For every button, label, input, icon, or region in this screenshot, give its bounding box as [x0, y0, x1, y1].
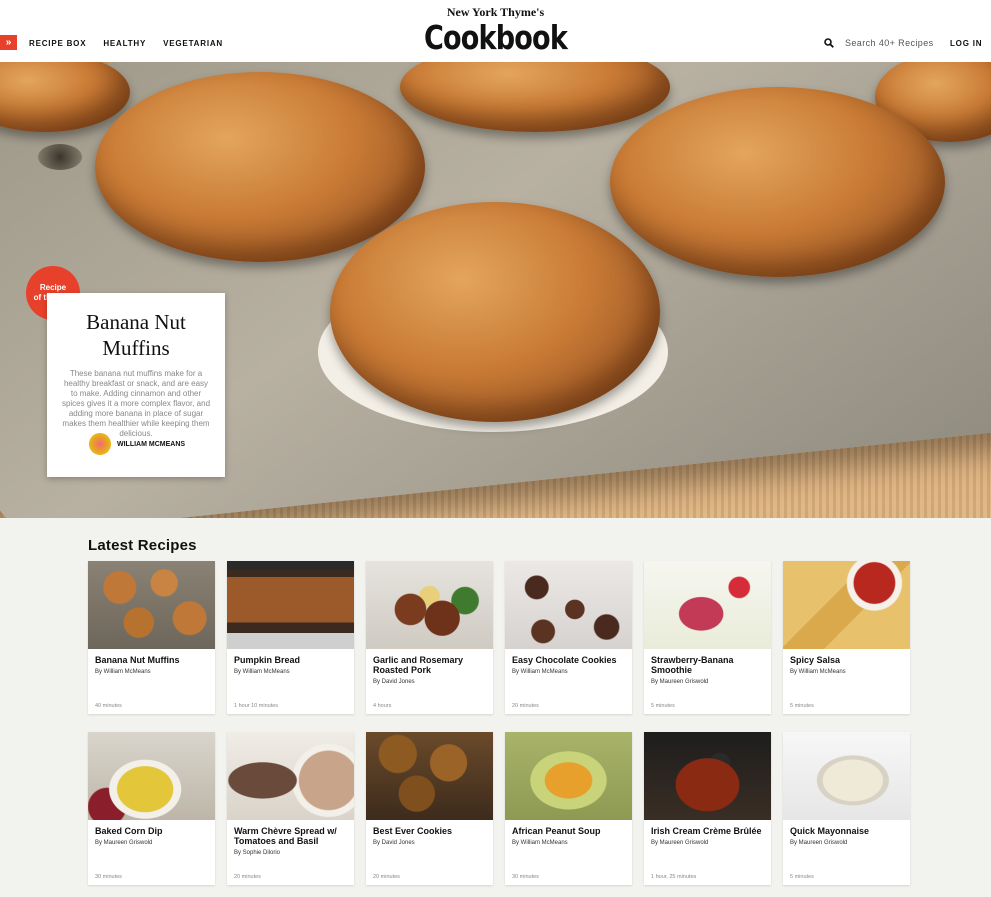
- recipe-card-image[interactable]: [366, 561, 493, 649]
- recipe-card-title[interactable]: Best Ever Cookies: [373, 826, 491, 836]
- recipe-card-title[interactable]: Easy Chocolate Cookies: [512, 655, 630, 665]
- double-chevron-right-icon: »: [5, 37, 12, 48]
- recipe-card-title[interactable]: African Peanut Soup: [512, 826, 630, 836]
- recipe-card-time: 5 minutes: [790, 874, 814, 880]
- featured-recipe-title[interactable]: Banana Nut Muffins: [47, 309, 225, 361]
- recipe-card-time: 30 minutes: [95, 874, 122, 880]
- featured-recipe-author[interactable]: WILLIAM MCMEANS: [89, 433, 185, 455]
- recipe-card-image[interactable]: [783, 561, 910, 649]
- recipe-card-author: By William McMeans: [790, 669, 846, 675]
- recipe-card-title[interactable]: Pumpkin Bread: [234, 655, 352, 665]
- search-input[interactable]: Search 40+ Recipes: [845, 38, 934, 48]
- recipe-card-title[interactable]: Irish Cream Crème Brûlée: [651, 826, 769, 836]
- recipe-card-image[interactable]: [644, 561, 771, 649]
- recipe-card-author: By David Jones: [373, 840, 415, 846]
- recipe-card-image[interactable]: [88, 561, 215, 649]
- recipe-card[interactable]: Strawberry-Banana Smoothie By Maureen Gri…: [644, 561, 771, 714]
- recipe-card[interactable]: Quick Mayonnaise By Maureen Griswold 5 min…: [783, 732, 910, 885]
- recipe-card-title[interactable]: Warm Chèvre Spread w/ Tomatoes and Basil: [234, 826, 352, 846]
- recipe-card-author: By Maureen Griswold: [651, 840, 709, 846]
- recipe-card-time: 20 minutes: [512, 703, 539, 709]
- recipe-card[interactable]: Warm Chèvre Spread w/ Tomatoes and Basil…: [227, 732, 354, 885]
- recipe-card[interactable]: Easy Chocolate Cookies By William McMeans…: [505, 561, 632, 714]
- brand-logo[interactable]: Cookbook: [89, 18, 902, 57]
- section-title-latest-recipes: Latest Recipes: [88, 537, 197, 554]
- recipe-card-image[interactable]: [227, 732, 354, 820]
- recipe-card[interactable]: African Peanut Soup By William McMeans 30 …: [505, 732, 632, 885]
- recipe-card-time: 30 minutes: [512, 874, 539, 880]
- site-header: » RECIPE BOX HEALTHY VEGETARIAN New York…: [0, 0, 991, 62]
- recipe-card-time: 5 minutes: [651, 703, 675, 709]
- recipe-card-image[interactable]: [505, 732, 632, 820]
- recipe-card-author: By Maureen Griswold: [95, 840, 153, 846]
- recipe-card-title[interactable]: Strawberry-Banana Smoothie: [651, 655, 769, 675]
- recipe-card-time: 1 hour, 25 minutes: [651, 874, 697, 880]
- recipe-card[interactable]: Garlic and Rosemary Roasted Pork By David…: [366, 561, 493, 714]
- menu-toggle-button[interactable]: »: [0, 35, 17, 50]
- recipe-card[interactable]: Spicy Salsa By William McMeans 5 minutes: [783, 561, 910, 714]
- featured-recipe-description: These banana nut muffins make for a heal…: [61, 369, 211, 438]
- recipe-card-author: By William McMeans: [95, 669, 151, 675]
- author-name: WILLIAM MCMEANS: [117, 440, 186, 448]
- search-icon[interactable]: [824, 38, 834, 48]
- recipe-card-author: By Maureen Griswold: [790, 840, 848, 846]
- recipe-card-title[interactable]: Spicy Salsa: [790, 655, 908, 665]
- recipe-card-author: By William McMeans: [512, 840, 568, 846]
- recipe-card-author: By Sophie Dilorio: [234, 850, 281, 856]
- recipe-card-time: 5 minutes: [790, 703, 814, 709]
- recipe-card-time: 20 minutes: [234, 874, 261, 880]
- recipe-card-image[interactable]: [366, 732, 493, 820]
- recipe-card-time: 4 hours: [373, 703, 392, 709]
- recipe-card[interactable]: Baked Corn Dip By Maureen Griswold 30 minu…: [88, 732, 215, 885]
- recipe-card-time: 1 hour 10 minutes: [234, 703, 279, 709]
- recipe-card[interactable]: Best Ever Cookies By David Jones 20 minute…: [366, 732, 493, 885]
- recipe-card-author: By William McMeans: [512, 669, 568, 675]
- recipe-card-title[interactable]: Banana Nut Muffins: [95, 655, 213, 665]
- recipe-card-image[interactable]: [644, 732, 771, 820]
- recipe-card-author: By William McMeans: [234, 669, 290, 675]
- recipe-card-time: 40 minutes: [95, 703, 122, 709]
- recipe-card-title[interactable]: Baked Corn Dip: [95, 826, 213, 836]
- recipe-card-author: By Maureen Griswold: [651, 679, 709, 685]
- recipe-card[interactable]: Irish Cream Crème Brûlée By Maureen Grisw…: [644, 732, 771, 885]
- recipe-card-title[interactable]: Garlic and Rosemary Roasted Pork: [373, 655, 491, 675]
- featured-recipe-card[interactable]: Banana Nut Muffins These banana nut muff…: [47, 293, 225, 477]
- recipe-card-title[interactable]: Quick Mayonnaise: [790, 826, 908, 836]
- recipe-card-author: By David Jones: [373, 679, 415, 685]
- recipe-card-image[interactable]: [88, 732, 215, 820]
- login-link[interactable]: LOG IN: [950, 39, 982, 48]
- recipe-card-image[interactable]: [783, 732, 910, 820]
- recipe-card-image[interactable]: [227, 561, 354, 649]
- recipe-card[interactable]: Banana Nut Muffins By William McMeans 40 m…: [88, 561, 215, 714]
- recipe-card-image[interactable]: [505, 561, 632, 649]
- recipe-card-time: 20 minutes: [373, 874, 400, 880]
- avatar: [89, 433, 111, 455]
- nav-item-recipe-box[interactable]: RECIPE BOX: [29, 39, 86, 48]
- recipe-card[interactable]: Pumpkin Bread By William McMeans 1 hour 10…: [227, 561, 354, 714]
